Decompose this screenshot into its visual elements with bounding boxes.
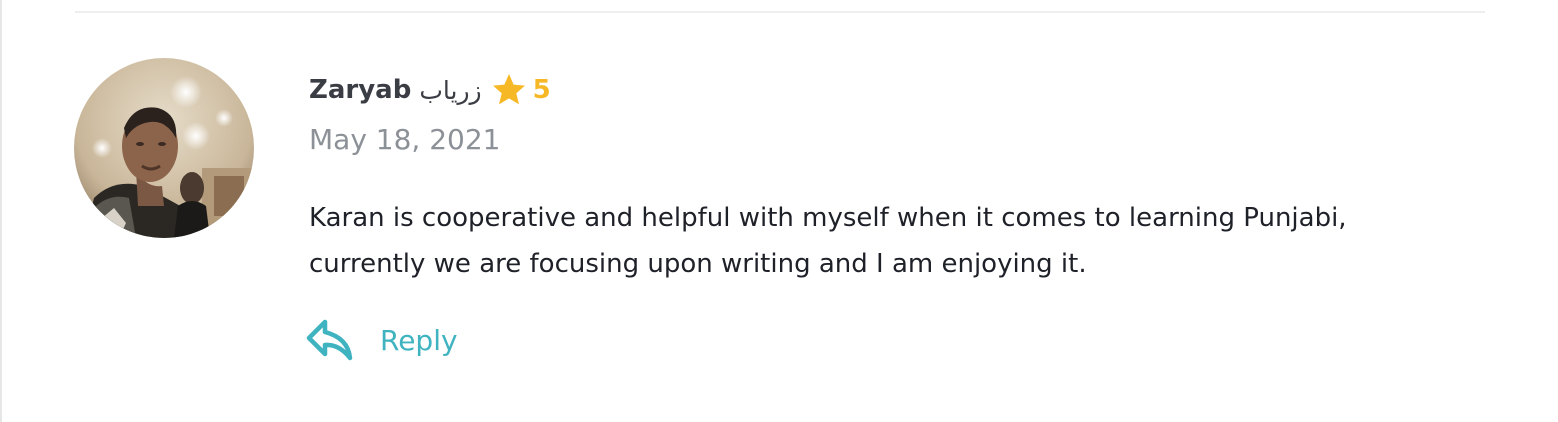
- review-header: Zaryab زریاب 5: [309, 70, 551, 110]
- rating-value: 5: [532, 75, 551, 105]
- avatar-photo: [74, 58, 254, 238]
- reviewer-avatar: [74, 58, 254, 238]
- left-border: [0, 0, 2, 422]
- review-text: Karan is cooperative and helpful with my…: [309, 203, 1347, 279]
- star-icon: [491, 73, 527, 107]
- review-date: May 18, 2021: [309, 123, 501, 156]
- reply-arrow-icon: [306, 318, 354, 362]
- reply-button[interactable]: Reply: [306, 318, 458, 362]
- reply-label[interactable]: Reply: [380, 324, 458, 357]
- reviewer-name: Zaryab: [309, 75, 412, 105]
- top-divider: [75, 11, 1485, 13]
- reviewer-name-urdu: زریاب: [419, 75, 482, 105]
